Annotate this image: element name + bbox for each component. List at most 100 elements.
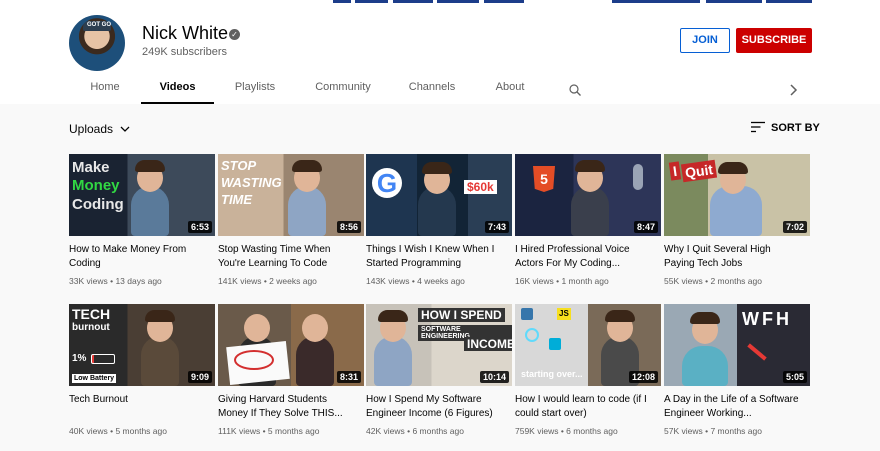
thumbnail-person	[131, 186, 169, 236]
video-title[interactable]: Why I Quit Several High Paying Tech Jobs	[664, 243, 804, 271]
channel-header: GOT GO Nick White ✓ 249K subscribers JOI…	[0, 3, 880, 104]
subscribe-button[interactable]: SUBSCRIBE	[736, 28, 812, 53]
video-duration: 10:14	[479, 371, 509, 383]
thumbnail-hair	[690, 312, 720, 324]
video-views: 33K views	[69, 276, 108, 286]
chevron-down-icon	[120, 126, 130, 133]
thumbnail-person	[571, 186, 609, 236]
video-duration: 8:56	[336, 221, 361, 233]
thumbnail-text: I	[668, 161, 682, 181]
thumbnail-hair	[575, 160, 605, 172]
google-logo: G	[372, 168, 402, 198]
thumbnail-person	[288, 186, 326, 236]
video-thumbnail[interactable]: 8:31	[218, 304, 364, 386]
video-thumbnail[interactable]: 5 8:47	[515, 154, 661, 236]
video-meta: 759K views • 6 months ago	[515, 426, 618, 436]
thumbnail-person	[296, 336, 334, 386]
red-circle	[234, 350, 274, 370]
video-meta: 42K views • 6 months ago	[366, 426, 464, 436]
video-title[interactable]: Stop Wasting Time When You're Learning T…	[218, 243, 358, 271]
thumbnail-hair	[605, 310, 635, 322]
tab-about[interactable]: About	[483, 73, 537, 104]
video-meta: 57K views • 7 months ago	[664, 426, 762, 436]
thumbnail-head	[302, 314, 328, 342]
search-icon[interactable]	[569, 84, 581, 96]
thumbnail-person	[141, 336, 179, 386]
video-age: 13 days ago	[115, 276, 162, 286]
video-views: 16K views	[515, 276, 554, 286]
video-title[interactable]: A Day in the Life of a Software Engineer…	[664, 393, 804, 421]
thumbnail-hair	[718, 162, 748, 174]
thumbnail-text: Quit	[680, 159, 718, 183]
video-age: 1 month ago	[561, 276, 609, 286]
video-thumbnail[interactable]: STOP WASTING TIME 8:56	[218, 154, 364, 236]
video-duration: 5:05	[782, 371, 807, 383]
video-duration: 6:53	[187, 221, 212, 233]
video-views: 759K views	[515, 426, 559, 436]
video-title[interactable]: How to Make Money From Coding	[69, 243, 209, 271]
tab-videos[interactable]: Videos	[141, 73, 214, 104]
tab-channels[interactable]: Channels	[395, 73, 469, 104]
video-meta: 143K views • 4 weeks ago	[366, 276, 465, 286]
video-views: 143K views	[366, 276, 410, 286]
thumbnail-hair	[145, 310, 175, 322]
video-title[interactable]: How I Spend My Software Engineer Income …	[366, 393, 506, 421]
channel-avatar[interactable]: GOT GO	[69, 15, 125, 71]
thumbnail-text: starting over...	[521, 369, 583, 379]
video-views: 57K views	[664, 426, 703, 436]
video-age: 2 weeks ago	[269, 276, 317, 286]
uploads-label: Uploads	[69, 122, 114, 136]
verified-icon: ✓	[229, 29, 240, 40]
tab-home[interactable]: Home	[69, 73, 141, 104]
video-thumbnail[interactable]: Make Money Coding 6:53	[69, 154, 215, 236]
video-duration: 7:43	[484, 221, 509, 233]
video-meta: 141K views • 2 weeks ago	[218, 276, 317, 286]
video-title[interactable]: Tech Burnout	[69, 393, 209, 407]
thumbnail-text: HOW I SPEND	[418, 308, 505, 322]
video-title[interactable]: I Hired Professional Voice Actors For My…	[515, 243, 655, 271]
battery-percent: 1%	[72, 353, 87, 364]
sort-by-button[interactable]: SORT BY	[751, 121, 820, 134]
video-thumbnail[interactable]: I Quit 7:02	[664, 154, 810, 236]
video-thumbnail[interactable]: TECH burnout 1% Low Battery 9:09	[69, 304, 215, 386]
thumbnail-hair	[292, 160, 322, 172]
video-views: 55K views	[664, 276, 703, 286]
video-title[interactable]: Things I Wish I Knew When I Started Prog…	[366, 243, 506, 271]
thumbnail-text: Money	[72, 177, 120, 194]
thumbnail-text: Coding	[72, 196, 124, 213]
thumbnail-text: WFH	[742, 309, 792, 329]
uploads-dropdown[interactable]: Uploads	[69, 122, 130, 136]
video-age: 5 months ago	[267, 426, 320, 436]
video-thumbnail[interactable]: WFH 5:05	[664, 304, 810, 386]
thumbnail-hair	[378, 310, 408, 322]
thumbnail-text: INCOME	[464, 337, 512, 351]
tab-community[interactable]: Community	[305, 73, 381, 104]
video-thumbnail[interactable]: JS starting over... 12:08	[515, 304, 661, 386]
video-duration: 8:47	[633, 221, 658, 233]
battery-icon	[91, 354, 115, 364]
video-title[interactable]: Giving Harvard Students Money If They So…	[218, 393, 358, 421]
video-meta: 55K views • 2 months ago	[664, 276, 762, 286]
video-age: 2 months ago	[710, 276, 762, 286]
thumbnail-text: $60k	[464, 180, 497, 194]
video-thumbnail[interactable]: G $60k 7:43	[366, 154, 512, 236]
tab-playlists[interactable]: Playlists	[219, 73, 291, 104]
video-title[interactable]: How I would learn to code (if I could st…	[515, 393, 655, 421]
join-button[interactable]: JOIN	[680, 28, 730, 53]
thumbnail-head	[244, 314, 270, 342]
video-thumbnail[interactable]: HOW I SPEND SOFTWARE ENGINEERING INCOME …	[366, 304, 512, 386]
go-icon	[549, 338, 561, 350]
video-duration: 12:08	[628, 371, 658, 383]
video-age: 7 months ago	[710, 426, 762, 436]
channel-name: Nick White	[142, 23, 229, 43]
video-meta: 33K views • 13 days ago	[69, 276, 162, 286]
avatar-hat: GOT GO	[83, 21, 111, 31]
thumbnail-text: Low Battery	[72, 374, 117, 383]
thumbnail-text: TIME	[221, 192, 253, 207]
thumbnail-text: STOP	[221, 158, 257, 173]
chevron-right-icon[interactable]	[787, 83, 799, 97]
thumbnail-person	[374, 336, 412, 386]
video-age: 6 months ago	[412, 426, 464, 436]
arrow-icon	[747, 343, 767, 361]
video-views: 42K views	[366, 426, 405, 436]
